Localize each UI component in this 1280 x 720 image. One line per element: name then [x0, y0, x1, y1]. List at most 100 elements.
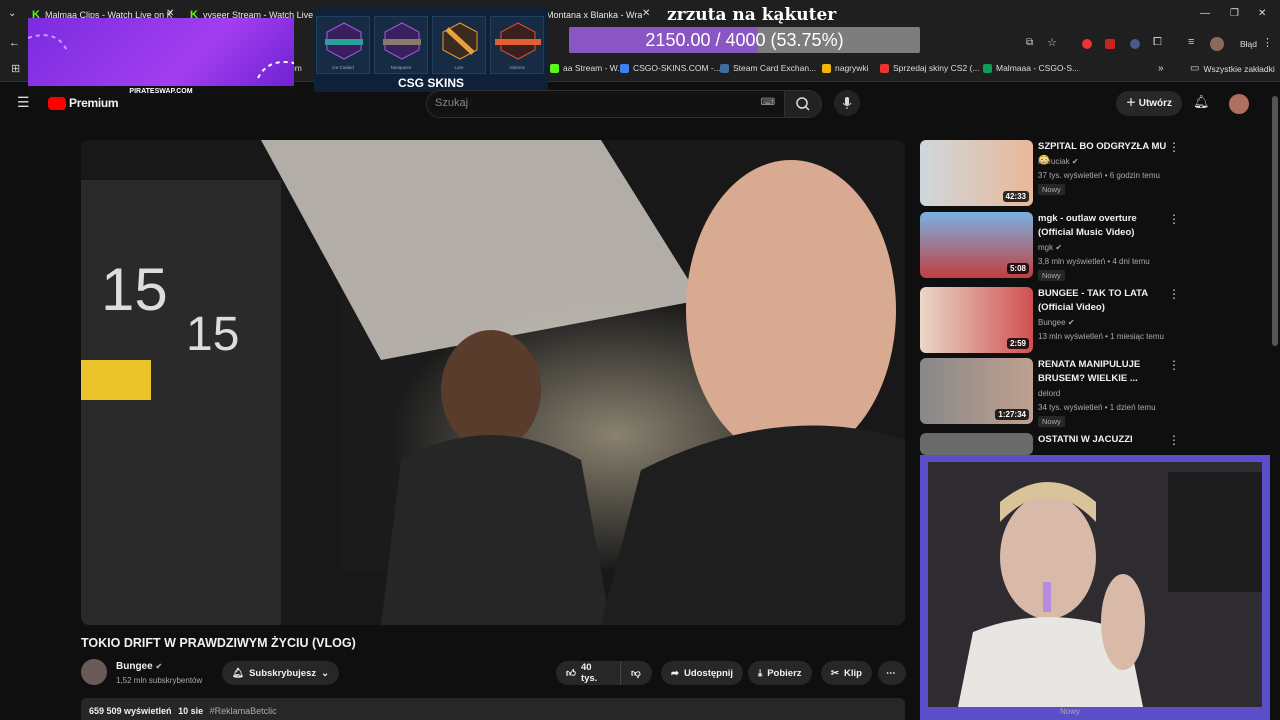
duration-badge: 2:59: [1006, 338, 1029, 349]
recommended-title[interactable]: RENATA MANIPULUJE BRUSEM? WIELKIE ...: [1038, 358, 1168, 386]
folder-icon: ▭: [1190, 63, 1200, 74]
recommended-video[interactable]: 2:59 BUNGEE - TAK TO LATA (Official Vide…: [920, 287, 1180, 353]
extension-icon[interactable]: [1130, 39, 1140, 49]
recommended-video[interactable]: 1:27:34 RENATA MANIPULUJE BRUSEM? WIELKI…: [920, 358, 1180, 427]
youtube-premium-label[interactable]: Premium: [69, 96, 119, 110]
chevron-down-icon: ⌄: [321, 667, 330, 679]
recommended-meta: 34 tys. wyświetleń • 1 dzień temu: [1038, 403, 1156, 412]
extensions-puzzle-icon[interactable]: ⧠: [1153, 36, 1162, 49]
clip-button[interactable]: ✂ Klip: [821, 661, 872, 685]
menu-dots-icon[interactable]: ⋮: [1262, 36, 1273, 49]
recommended-title[interactable]: mgk - outlaw overture (Official Music Vi…: [1038, 212, 1168, 240]
streamer-figure: [928, 462, 1262, 707]
profile-error-label[interactable]: Błąd: [1240, 39, 1257, 49]
star-icon[interactable]: ☆: [1047, 36, 1057, 49]
video-thumbnail[interactable]: 5:08: [920, 212, 1033, 278]
csgo-skins-icon: [620, 63, 629, 73]
like-button[interactable]: 👍︎ 40 tys.: [556, 661, 620, 685]
duration-badge: 5:08: [1006, 263, 1029, 274]
hashtag-link[interactable]: #ReklamaBetclic: [210, 706, 277, 716]
page-scrollbar[interactable]: [1272, 96, 1278, 346]
more-vertical-icon[interactable]: ⋮: [1168, 433, 1180, 447]
tab-search-icon[interactable]: ⌄: [8, 8, 16, 19]
more-vertical-icon[interactable]: ⋮: [1168, 287, 1180, 301]
skin-card: Ice Coaled: [316, 16, 370, 74]
recommended-meta: 13 mln wyświetleń • 1 miesiąc temu: [1038, 332, 1164, 341]
skin-card: Neoqueen: [374, 16, 428, 74]
new-badge: Nowy: [1060, 707, 1081, 716]
scissors-icon: ✂: [831, 667, 839, 679]
video-thumbnail[interactable]: 1:27:34: [920, 358, 1033, 424]
download-button[interactable]: ⤓ Pobierz: [748, 661, 812, 685]
duration-badge: 1:27:34: [995, 409, 1029, 420]
more-actions-button[interactable]: ⋯: [878, 661, 906, 685]
recommended-title[interactable]: OSTATNI W JACUZZI: [1038, 433, 1168, 447]
avatar[interactable]: [1229, 94, 1249, 114]
extension-icon[interactable]: [1105, 39, 1115, 49]
new-badge: Nowy: [1038, 416, 1065, 427]
video-player[interactable]: 15 15: [81, 140, 905, 625]
create-button[interactable]: ＋ Utwórz: [1116, 91, 1182, 116]
video-title: TOKIO DRIFT W PRAWDZIWYM ŻYCIU (VLOG): [81, 636, 356, 650]
donation-goal-text: 2150.00 / 4000 (53.75%): [645, 30, 844, 50]
recommended-channel[interactable]: delord: [1038, 388, 1060, 400]
extension-icon[interactable]: [1082, 39, 1092, 49]
more-vertical-icon[interactable]: ⋮: [1168, 358, 1180, 372]
bookmark-item[interactable]: Sprzedaj skiny CS2 (...: [880, 63, 979, 73]
share-icon: ➦: [671, 667, 679, 679]
hamburger-menu-icon[interactable]: ☰: [17, 94, 30, 111]
more-vertical-icon[interactable]: ⋮: [1168, 140, 1180, 154]
search-input[interactable]: Szukaj ⌨: [426, 90, 786, 118]
bookmark-item[interactable]: Malmaaa - CSGO-S...: [983, 63, 1079, 73]
view-count: 659 509 wyświetleń: [89, 706, 172, 716]
hexagon-icon: [495, 22, 541, 60]
profile-avatar[interactable]: [1210, 37, 1224, 51]
recommended-channel[interactable]: mgk ✔: [1038, 242, 1062, 254]
recommended-video[interactable]: OSTATNI W JACUZZI ⋮: [920, 433, 1180, 455]
recommended-title[interactable]: BUNGEE - TAK TO LATA (Official Video): [1038, 287, 1168, 315]
more-vertical-icon[interactable]: ⋮: [1168, 212, 1180, 226]
video-frame: 15 15: [81, 140, 905, 625]
keyboard-icon[interactable]: ⌨: [761, 97, 775, 108]
search-button[interactable]: [784, 90, 822, 118]
description-box[interactable]: 659 509 wyświetleń 10 sie #ReklamaBetcli…: [81, 698, 905, 720]
donation-goal-title: zrzuta na kąkuter: [667, 5, 837, 25]
bookmarks-folder[interactable]: ▭ Wszystkie zakładki: [1190, 63, 1275, 74]
download-icon: ⤓: [758, 667, 763, 679]
more-bookmarks-icon[interactable]: »: [1158, 63, 1164, 74]
restore-icon[interactable]: ❐: [1230, 8, 1239, 19]
close-window-icon[interactable]: ✕: [1258, 8, 1266, 19]
recommended-channel[interactable]: Naruciak ✔: [1038, 156, 1079, 168]
channel-avatar[interactable]: [81, 659, 107, 685]
voice-search-button[interactable]: [834, 90, 860, 116]
new-badge: Nowy: [1038, 184, 1065, 195]
youtube-logo-icon[interactable]: [48, 97, 66, 110]
video-thumbnail[interactable]: 42:33: [920, 140, 1033, 206]
recommended-video[interactable]: 42:33 SZPITAL BO ODGRYZŁA MU 😳 Naruciak …: [920, 140, 1180, 206]
share-button[interactable]: ➦ Udostępnij: [661, 661, 744, 685]
notifications-bell-icon[interactable]: 🔔︎: [1193, 94, 1210, 110]
install-icon[interactable]: ⧉: [1026, 37, 1033, 48]
tab-montana-blanka[interactable]: Montana x Blanka - Wrac: [546, 6, 642, 24]
recommended-video[interactable]: 5:08 mgk - outlaw overture (Official Mus…: [920, 212, 1180, 281]
bookmark-item[interactable]: aa Stream - W...: [550, 63, 624, 73]
channel-name[interactable]: Bungee ✔: [116, 661, 162, 672]
subscribed-button[interactable]: 🔔︎ Subskrybujesz ⌄: [222, 661, 340, 685]
bookmark-item[interactable]: CSGO-SKINS.COM -...: [620, 63, 721, 73]
video-thumbnail[interactable]: [920, 433, 1033, 455]
video-thumbnail[interactable]: 2:59: [920, 287, 1033, 353]
back-icon[interactable]: ←: [9, 37, 20, 49]
minimize-icon[interactable]: —: [1200, 8, 1210, 19]
bookmark-item[interactable]: Steam Card Exchan...: [720, 63, 816, 73]
bell-icon: 🔔︎: [232, 667, 245, 679]
new-badge: Nowy: [1038, 270, 1065, 281]
svg-text:15: 15: [101, 256, 168, 323]
hexagon-icon: [442, 22, 478, 60]
dislike-button[interactable]: 👎︎: [620, 661, 652, 685]
recommended-channel[interactable]: Bungee ✔: [1038, 317, 1075, 329]
bookmark-item[interactable]: nagrywki: [822, 63, 869, 73]
close-tab-icon[interactable]: ✕: [642, 8, 650, 19]
steam-icon: [720, 63, 729, 73]
media-control-icon[interactable]: ≡: [1188, 36, 1194, 48]
apps-grid-icon[interactable]: ⊞: [11, 62, 20, 75]
